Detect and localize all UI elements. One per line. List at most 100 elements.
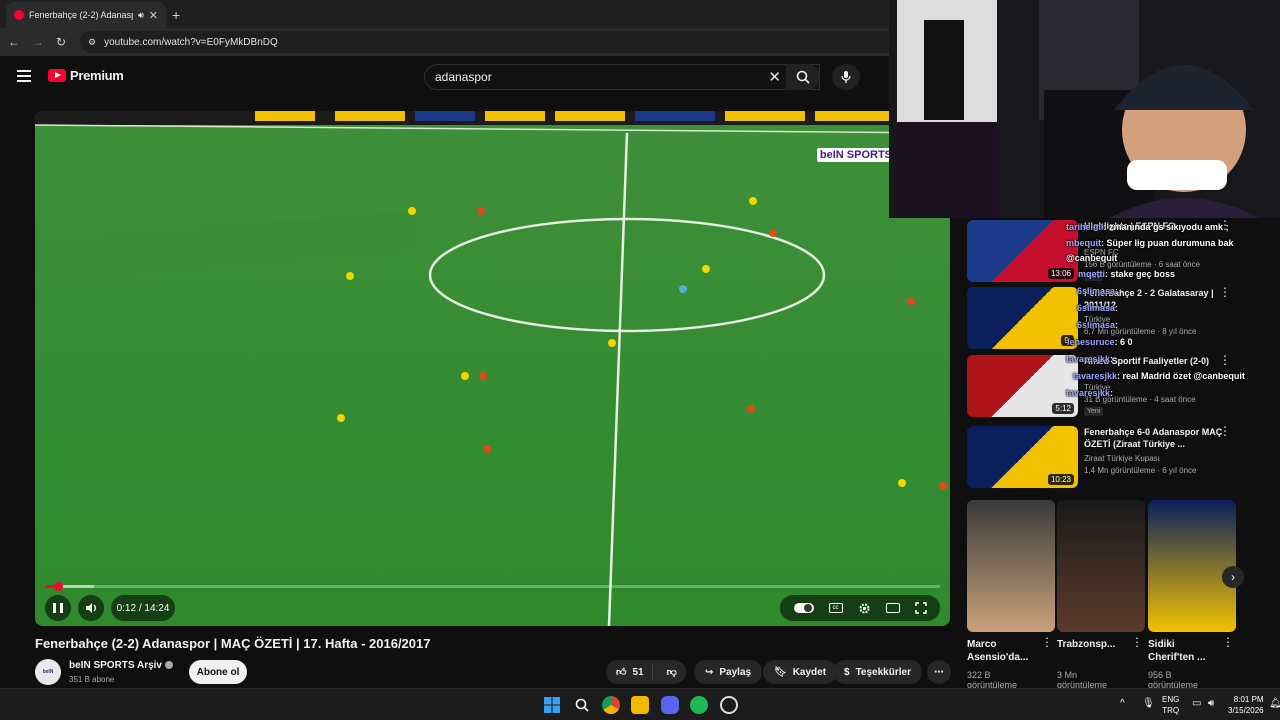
chat-message: tarihelmi: zmanında gs sıkıyodu amk ; [1066,222,1229,232]
chat-username: tarihelmi [1066,222,1104,232]
chat-username: mqetti [1078,269,1105,279]
microphone-icon [841,71,851,83]
save-button[interactable]: 🔖︎ Kaydet [763,660,838,684]
clock[interactable]: 8:01 PM 3/15/2026 [1228,694,1264,716]
thanks-button[interactable]: $ Teşekkürler [833,660,922,684]
search-button[interactable] [786,64,820,90]
autoplay-toggle[interactable] [793,603,814,613]
more-vertical-icon[interactable]: ⋮ [1041,636,1053,648]
progress-bar[interactable] [45,582,940,591]
more-vertical-icon[interactable]: ⋮ [1219,286,1231,298]
browser-tab[interactable]: Fenerbahçe (2-2) Adanaspo 🔊︎ ✕ [6,2,166,28]
short-thumbnail[interactable] [1057,500,1145,632]
more-vertical-icon[interactable]: ⋮ [1219,354,1231,366]
recommendation-thumbnail[interactable]: 10:23 [967,426,1078,488]
chat-text: : stake geç boss [1105,269,1176,279]
site-info-icon[interactable]: ⚙ [88,37,96,48]
file-explorer-icon[interactable] [631,696,649,714]
volume-icon [86,603,96,613]
language-indicator[interactable]: ENG TRQ [1162,694,1179,716]
menu-icon[interactable] [17,70,31,82]
more-vertical-icon[interactable]: ⋮ [1222,636,1234,648]
recommendation-item[interactable]: 5:12 Amed Sportif Faaliyetler (2-0) Türk… [967,354,1257,417]
youtube-logo[interactable]: Premium [48,68,124,83]
voice-search-button[interactable] [832,64,860,90]
chat-text: @canbequit [1066,253,1118,263]
subscribe-button[interactable]: Abone ol [189,660,247,684]
network-icon[interactable]: ▭ [1192,698,1201,709]
windows-start-icon[interactable] [543,696,561,714]
recommendation-thumbnail[interactable]: 5:12 [967,355,1078,417]
more-actions-button[interactable]: ⋯ [927,660,951,684]
recommendation-channel[interactable]: Ziraat Türkiye Kupası [1084,454,1160,463]
clock-time: 8:01 PM [1233,695,1264,704]
pause-button[interactable] [45,595,71,621]
recommendation-thumbnail[interactable]: 9: [967,287,1078,349]
time-display: 0:12 / 14:24 [111,595,175,621]
thanks-label: Teşekkürler [855,666,911,678]
video-duration: 10:23 [1047,474,1074,485]
fullscreen-icon[interactable] [914,602,927,614]
chat-message: 6slimasa: [1077,286,1118,296]
new-tab-button[interactable]: + [172,2,180,28]
recommendation-title[interactable]: Fenerbahçe 6-0 Adanaspor MAÇ ÖZETİ (Zira… [1084,426,1224,450]
back-icon[interactable]: ← [8,35,20,49]
chat-text: : [1110,354,1114,364]
tray-overflow-icon[interactable]: ^ [1120,698,1125,709]
url-text: youtube.com/watch?v=E0FyMkDBnDQ [104,36,278,48]
search-input[interactable]: adanaspor ✕ [424,64,820,90]
chat-text: : [1110,388,1114,398]
like-button[interactable]: 👍︎ 51 [606,664,653,680]
recommendation-meta: 1,4 Mn görüntüleme · 6 yıl önce [1084,466,1197,475]
forward-icon[interactable]: → [32,35,44,49]
chat-username: tavaresjkk [1073,371,1118,381]
spotify-icon[interactable] [690,696,708,714]
bookmark-icon: 🔖︎ [774,666,787,678]
chat-username: lenesuruce [1067,337,1115,347]
theater-mode-icon[interactable] [885,603,900,613]
channel-name-text[interactable]: beIN SPORTS Arşiv [69,660,162,671]
mic-tray-icon[interactable]: 🎙︎ [1142,698,1155,709]
channel-avatar[interactable]: beIN [35,659,61,685]
channel-name[interactable]: beIN SPORTS Arşiv [69,660,173,671]
new-badge: Yeni [1084,407,1104,416]
video-player[interactable]: beIN SPORTS 0:12 / 14:24 cc [35,111,950,626]
obs-icon[interactable] [720,696,738,714]
video-title: Fenerbahçe (2-2) Adanaspor | MAÇ ÖZETİ |… [35,636,431,651]
short-thumbnail[interactable] [1148,500,1236,632]
share-label: Paylaş [719,666,752,678]
video-duration: 13:06 [1047,268,1074,279]
notification-icon[interactable]: 🔔︎ [1269,698,1280,709]
chrome-icon[interactable] [602,696,620,714]
video-duration: 5:12 [1052,403,1074,414]
streamer-webcam-overlay [889,0,1280,218]
short-title[interactable]: Trabzonsp... [1057,638,1131,651]
dislike-button[interactable]: 👎︎ [659,666,685,678]
clear-search-icon[interactable]: ✕ [768,68,781,86]
subtitles-icon[interactable]: cc [828,603,843,613]
chat-username: 6slimasa [1077,286,1116,296]
scrubber-handle[interactable] [53,582,63,591]
short-thumbnail[interactable] [967,500,1055,632]
share-button[interactable]: ↪ Paylaş [694,660,763,684]
audio-icon[interactable]: 🔊︎ [138,10,144,21]
close-tab-icon[interactable]: ✕ [149,9,158,22]
short-title[interactable]: Sidiki Cherif'ten ... [1148,638,1222,664]
settings-gear-icon[interactable] [858,602,871,615]
volume-button[interactable] [78,595,104,621]
shorts-shelf: Marco Asensio'da... 322 Bgörüntüleme ⋮ Trab… [967,500,1237,720]
short-title[interactable]: Marco Asensio'da... [967,638,1041,664]
taskbar-search-icon[interactable] [573,696,591,714]
search-icon [796,70,810,84]
shorts-next-button[interactable]: › [1222,566,1244,588]
recommendation-thumbnail[interactable]: 13:06 [967,220,1078,282]
more-vertical-icon[interactable]: ⋮ [1219,425,1231,437]
omnibox[interactable]: ⚙ youtube.com/watch?v=E0FyMkDBnDQ [80,31,900,53]
clock-date: 3/15/2026 [1228,706,1264,715]
more-vertical-icon[interactable]: ⋮ [1131,636,1143,648]
speaker-icon[interactable]: 🔊︎ [1208,698,1214,709]
recommendation-item[interactable]: 10:23 Fenerbahçe 6-0 Adanaspor MAÇ ÖZETİ… [967,425,1257,488]
discord-icon[interactable] [661,696,679,714]
reload-icon[interactable]: ↻ [56,35,66,49]
chat-username: 6slimasa [1077,303,1116,313]
